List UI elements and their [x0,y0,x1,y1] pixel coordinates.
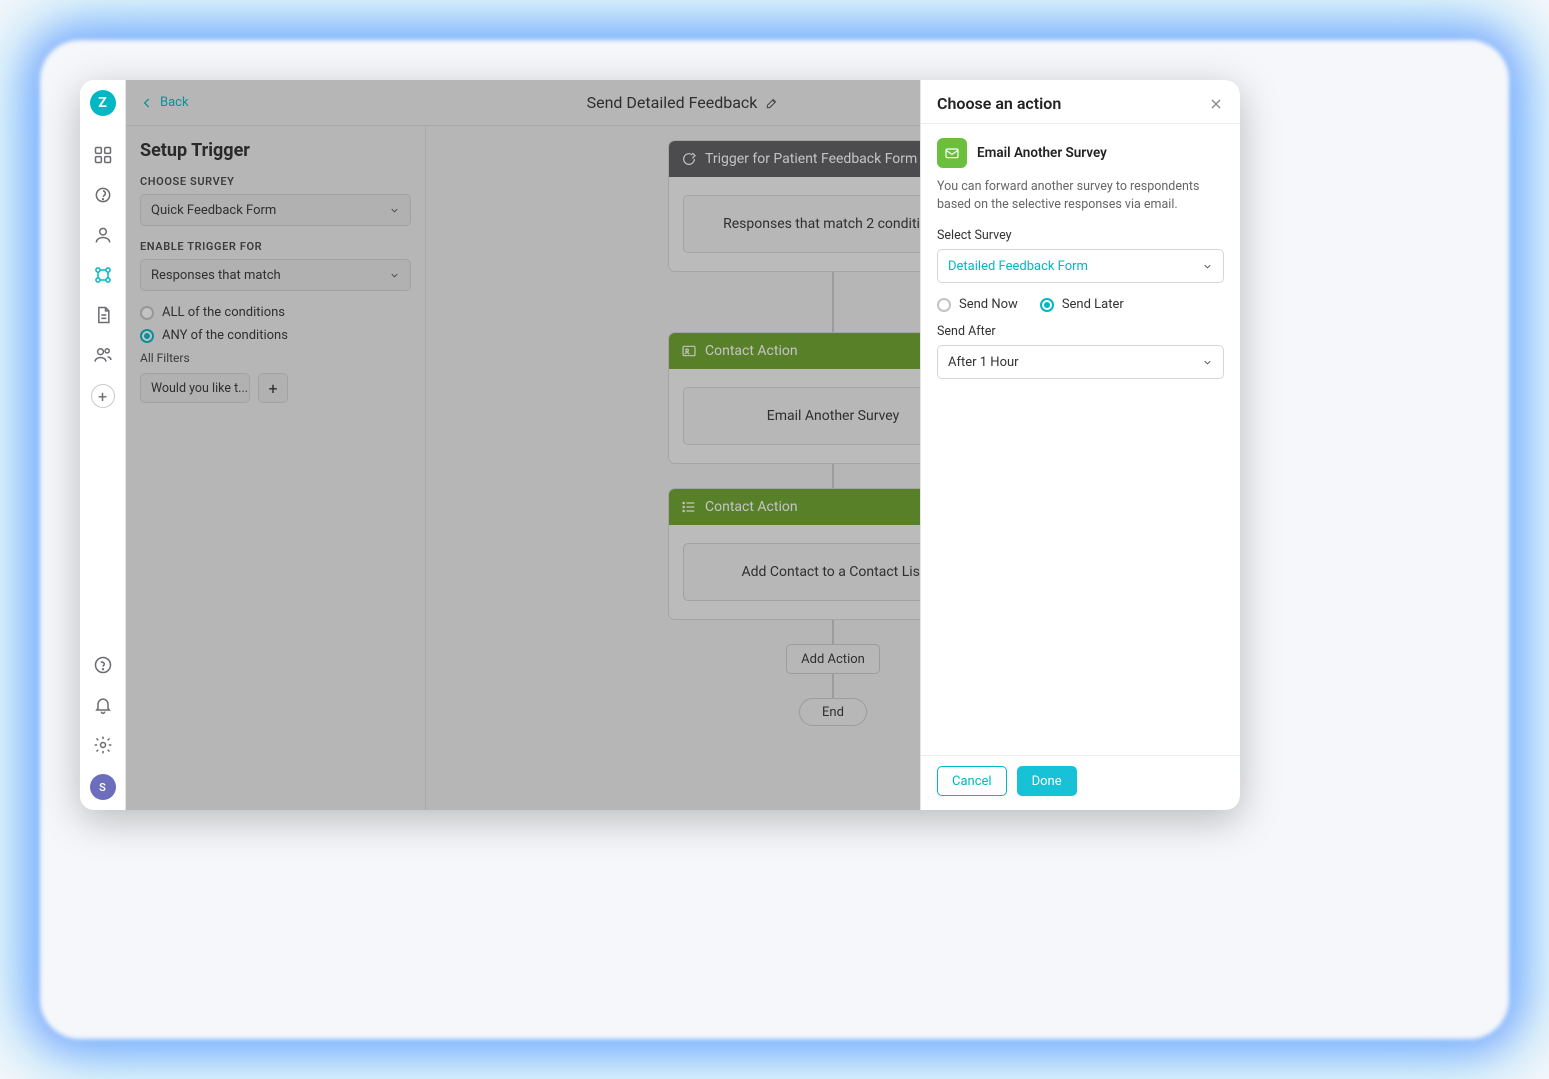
connector [832,620,834,644]
radio-icon [140,329,154,343]
list-icon [681,499,697,515]
dashboard-icon[interactable] [92,144,114,166]
chevron-down-icon [1202,261,1213,272]
action-node-1-title: Contact Action [705,343,798,359]
nav-rail: Z + S [80,80,126,810]
surveys-icon[interactable] [92,184,114,206]
main-area: Back Send Detailed Feedback Setup Trigge… [126,80,1240,810]
filter-chip[interactable]: Would you like t... [140,373,250,403]
chevron-down-icon [389,270,400,281]
user-icon[interactable] [92,224,114,246]
send-now-label: Send Now [959,297,1018,312]
action-node-2-title: Contact Action [705,499,798,515]
connector [832,464,834,488]
page-title: Send Detailed Feedback [587,93,758,112]
radio-icon [1040,298,1054,312]
arrow-left-icon [140,96,154,110]
setup-trigger-title: Setup Trigger [140,140,411,161]
setup-trigger-panel: Setup Trigger CHOOSE SURVEY Quick Feedba… [126,126,426,810]
radio-send-later[interactable]: Send Later [1040,297,1124,312]
chat-icon [681,151,697,167]
choose-survey-label: CHOOSE SURVEY [140,175,411,188]
trigger-node-title: Trigger for Patient Feedback Form [705,151,917,167]
choose-survey-select[interactable]: Quick Feedback Form [140,194,411,226]
contact-card-icon [681,343,697,359]
action-title: Email Another Survey [977,145,1107,161]
back-label: Back [160,95,189,110]
back-button[interactable]: Back [140,95,189,110]
chevron-down-icon [1202,357,1213,368]
connector [832,674,834,698]
radio-all-label: ALL of the conditions [162,305,285,320]
connector [832,272,834,332]
select-survey-label: Select Survey [937,228,1224,243]
chevron-down-icon [389,205,400,216]
radio-icon [937,298,951,312]
select-survey-dropdown[interactable]: Detailed Feedback Form [937,249,1224,283]
radio-icon [140,306,154,320]
user-avatar[interactable]: S [90,774,116,800]
contacts-icon[interactable] [92,344,114,366]
edit-icon[interactable] [765,96,779,110]
workflow-icon[interactable] [92,264,114,286]
send-after-value: After 1 Hour [948,355,1019,370]
add-action-button[interactable]: Add Action [786,644,880,674]
select-survey-value: Detailed Feedback Form [948,259,1088,274]
choose-survey-value: Quick Feedback Form [151,203,276,218]
choose-action-panel: Choose an action Email Another Survey Yo… [920,80,1240,810]
document-icon[interactable] [92,304,114,326]
settings-icon[interactable] [92,734,114,756]
radio-all-conditions[interactable]: ALL of the conditions [140,305,411,320]
cancel-button[interactable]: Cancel [937,766,1007,796]
send-after-dropdown[interactable]: After 1 Hour [937,345,1224,379]
action-description: You can forward another survey to respon… [937,178,1224,214]
email-survey-icon [937,138,967,168]
all-filters-label: All Filters [140,351,411,365]
notifications-icon[interactable] [92,694,114,716]
add-button[interactable]: + [91,384,115,408]
radio-any-conditions[interactable]: ANY of the conditions [140,328,411,343]
add-filter-button[interactable]: + [258,373,288,403]
panel-heading: Choose an action [937,94,1061,113]
radio-any-label: ANY of the conditions [162,328,288,343]
app-window: Z + S Back Send Detailed Feedback [80,80,1240,810]
app-logo: Z [90,90,116,116]
enable-trigger-for-select[interactable]: Responses that match [140,259,411,291]
end-node: End [799,698,867,726]
help-icon[interactable] [92,654,114,676]
close-icon[interactable] [1208,96,1224,112]
enable-trigger-for-value: Responses that match [151,268,281,283]
radio-send-now[interactable]: Send Now [937,297,1018,312]
enable-trigger-for-label: ENABLE TRIGGER FOR [140,240,411,253]
send-later-label: Send Later [1062,297,1124,312]
send-after-label: Send After [937,324,1224,339]
done-button[interactable]: Done [1017,766,1077,796]
